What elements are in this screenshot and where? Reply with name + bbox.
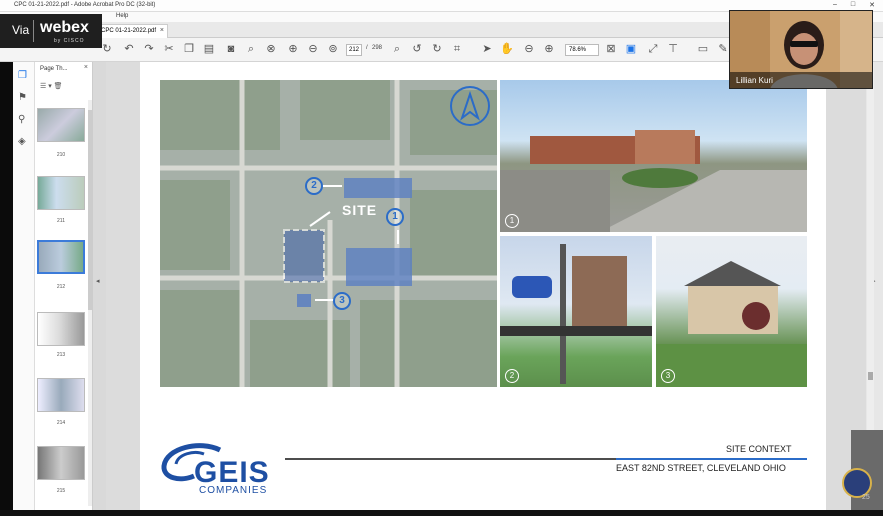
site-photo-3 [656, 236, 807, 387]
webex-banner: Via webex by CISCO [0, 14, 102, 48]
participant-video-tile[interactable]: Lillian Kuri [729, 10, 873, 89]
thumbnail-label: 212 [56, 284, 66, 290]
next-page-icon[interactable]: ⊖ [306, 43, 320, 55]
map-marker-2: 2 [305, 177, 323, 195]
rotate-ccw-icon[interactable]: ↺ [410, 43, 424, 55]
thumbnail-label: 211 [57, 218, 65, 224]
slide-heading: SITE CONTEXT [726, 444, 792, 454]
cisco-label: by CISCO [54, 38, 85, 44]
zoom-out-icon[interactable]: ⊖ [522, 43, 536, 55]
panel-collapse-gutter[interactable]: ◂ [93, 62, 106, 510]
participant-name: Lillian Kuri [730, 72, 872, 88]
panel-title: Page Th... [40, 66, 68, 72]
rotate-cw-icon[interactable]: ↻ [430, 43, 444, 55]
thumbnail-label: 213 [56, 352, 66, 358]
close-window-button[interactable]: ✕ [869, 1, 875, 9]
thumbnail-scrollbar[interactable] [88, 100, 92, 506]
photo-number-3: 3 [661, 369, 675, 383]
divider [33, 20, 34, 42]
page-badge: 25 [862, 494, 870, 501]
thumbnail-label: 214 [56, 420, 66, 426]
collapse-panel-icon[interactable]: ◂ [96, 277, 100, 285]
page-thumbnail[interactable] [37, 108, 85, 142]
cut-icon[interactable]: ✂ [162, 43, 176, 55]
zoom-in-icon[interactable]: ⊕ [542, 43, 556, 55]
site-photo-1 [500, 80, 807, 232]
page-separator: / [366, 45, 368, 51]
footer-accent-divider [616, 458, 807, 460]
zoom-level-select[interactable]: 78.6% [565, 44, 599, 56]
undo-icon[interactable]: ↶ [122, 43, 136, 55]
page-thumbnail[interactable] [37, 378, 85, 412]
screen: CPC 01-21-2022.pdf - Adobe Acrobat Pro D… [0, 0, 883, 516]
scrollbar-thumb[interactable] [88, 110, 92, 310]
page-total: 298 [372, 45, 383, 51]
paste-icon[interactable]: ▤ [202, 43, 216, 55]
site-label: SITE [342, 202, 378, 218]
thumbnail-label: 215 [56, 488, 66, 494]
pen-icon[interactable]: ✎ [716, 43, 730, 55]
document-tab[interactable]: CPC 01-21-2022.pdf × [96, 24, 168, 38]
fit-page-icon[interactable]: ⊠ [604, 43, 618, 55]
find-icon[interactable]: ⌕ [244, 43, 258, 55]
via-label: Via [12, 23, 30, 37]
options-icon[interactable]: ☰ ▾ 🗑 [40, 82, 63, 90]
north-arrow-icon [450, 86, 490, 126]
page-thumbnails-icon[interactable]: ❐ [18, 70, 27, 81]
redo-icon[interactable]: ↻ [100, 43, 114, 55]
document-tab-label: CPC 01-21-2022.pdf [101, 28, 157, 34]
logo-subtext: COMPANIES [199, 485, 268, 496]
bookmark-icon[interactable]: ⚑ [18, 92, 27, 103]
map-marker-3: 3 [333, 292, 351, 310]
bottom-strip [0, 510, 883, 516]
stop-icon[interactable]: ⊗ [264, 43, 278, 55]
page-thumbnail[interactable] [37, 312, 85, 346]
hand-icon[interactable]: ✋ [500, 43, 514, 55]
maximize-button[interactable]: □ [851, 1, 855, 9]
search-icon[interactable]: ⌕ [390, 43, 404, 55]
menu-help[interactable]: Help [116, 13, 128, 19]
page-thumbnail-selected[interactable] [37, 240, 85, 274]
close-tab-icon[interactable]: × [160, 27, 164, 34]
fullscreen-icon[interactable]: ⤢ [646, 43, 660, 55]
first-page-icon[interactable]: ⊚ [326, 43, 340, 55]
slide-address: EAST 82ND STREET, CLEVELAND OHIO [616, 463, 786, 473]
comment-icon[interactable]: ▭ [696, 43, 710, 55]
site-aerial-map [160, 80, 497, 387]
scroll-mode-icon[interactable]: ▣ [624, 43, 638, 55]
page-thumbnail[interactable] [37, 446, 85, 480]
minimize-button[interactable]: – [833, 1, 837, 9]
map-marker-1: 1 [386, 208, 404, 226]
redo-icon[interactable]: ↷ [142, 43, 156, 55]
geis-companies-logo: GEIS COMPANIES [160, 440, 290, 496]
page-thumbnail[interactable] [37, 176, 85, 210]
window-title: CPC 01-21-2022.pdf - Adobe Acrobat Pro D… [14, 2, 156, 8]
prev-page-icon[interactable]: ⊕ [286, 43, 300, 55]
layers-icon[interactable]: ◈ [18, 136, 26, 147]
scrollbar-thumb[interactable] [868, 372, 873, 380]
crop-icon[interactable]: ⌗ [450, 43, 464, 55]
page-number-input[interactable]: 212 [346, 44, 362, 56]
screenshot-icon[interactable]: ◙ [224, 43, 238, 55]
attachment-icon[interactable]: ⚲ [18, 114, 25, 125]
copy-icon[interactable]: ❐ [182, 43, 196, 55]
read-mode-icon[interactable]: ⊤ [666, 43, 680, 55]
close-panel-icon[interactable]: × [84, 64, 88, 71]
select-icon[interactable]: ➤ [480, 43, 494, 55]
page-thumbnails-panel: Page Th... × ☰ ▾ 🗑 210 211 212 213 214 2… [35, 62, 93, 510]
photo-number-1: 1 [505, 214, 519, 228]
webex-logo: webex [40, 19, 89, 36]
thumbnail-label: 210 [56, 152, 66, 158]
site-photo-2 [500, 236, 652, 387]
navigation-rail: ❐ ⚑ ⚲ ◈ [13, 62, 35, 510]
photo-number-2: 2 [505, 369, 519, 383]
